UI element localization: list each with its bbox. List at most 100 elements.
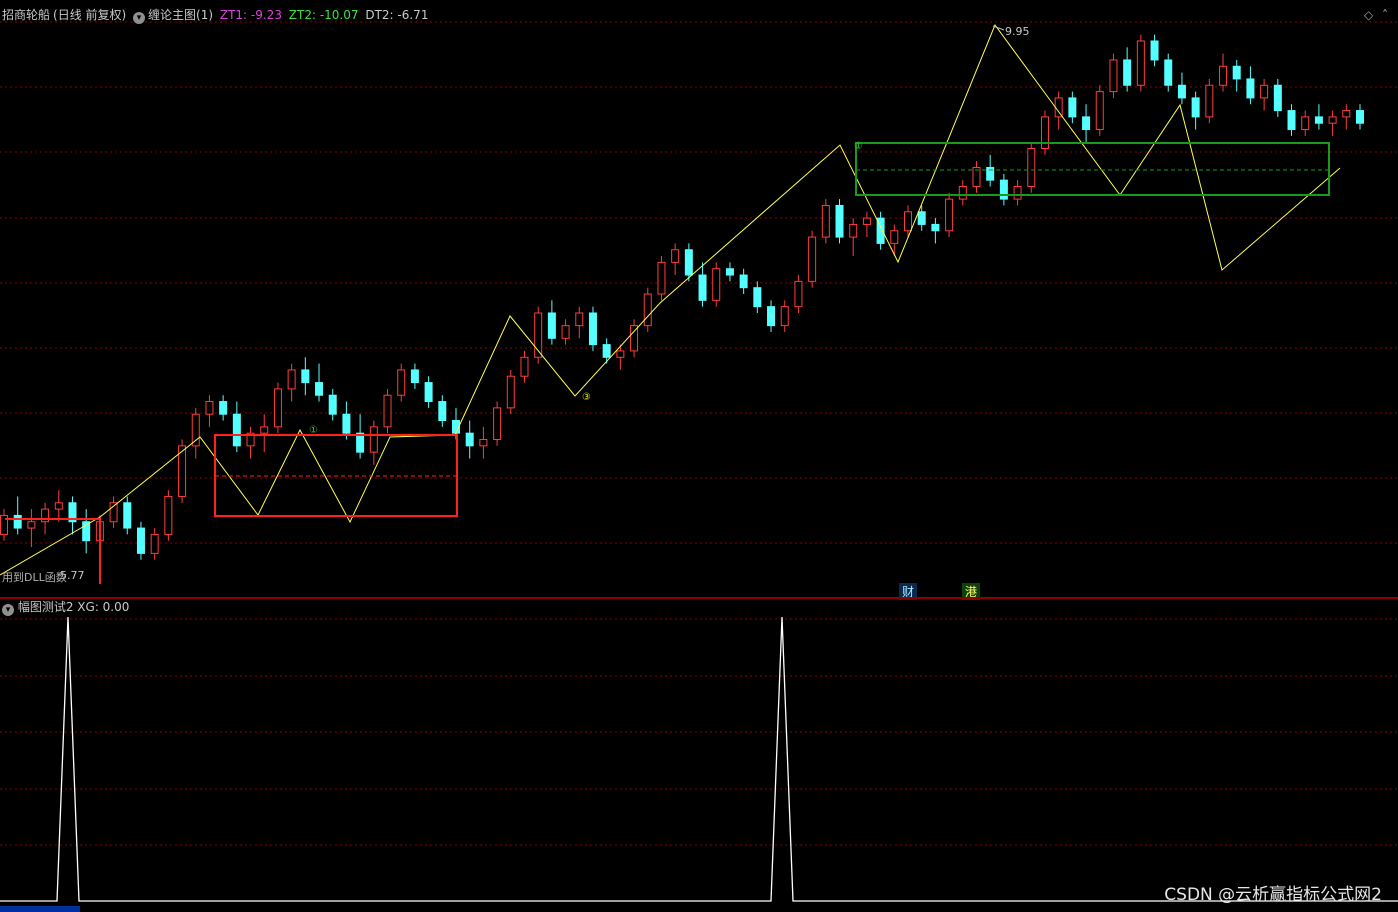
candle[interactable]: [1177, 84, 1186, 99]
candle[interactable]: [753, 287, 762, 308]
candle[interactable]: [725, 268, 734, 276]
candle[interactable]: [602, 344, 611, 358]
candle[interactable]: [1356, 110, 1364, 124]
candle[interactable]: [862, 217, 871, 225]
candle[interactable]: [1068, 97, 1077, 118]
sub-indicator-chart[interactable]: [0, 599, 1398, 912]
candle[interactable]: [232, 413, 241, 447]
candle[interactable]: [767, 306, 776, 327]
candle[interactable]: [794, 280, 803, 308]
candle[interactable]: [1095, 91, 1104, 131]
candle[interactable]: [684, 249, 693, 276]
candle[interactable]: [671, 249, 680, 263]
candle[interactable]: [1314, 116, 1323, 124]
candle[interactable]: [219, 401, 228, 415]
xg-value: XG: 0.00: [77, 600, 130, 614]
candle[interactable]: [1219, 65, 1228, 86]
candle[interactable]: [123, 502, 132, 529]
candle[interactable]: [1246, 78, 1255, 99]
period-label[interactable]: (日线 前复权): [53, 8, 126, 22]
candle[interactable]: [1232, 65, 1241, 80]
marker-1-green-box: ①: [854, 141, 863, 152]
candle[interactable]: [616, 350, 625, 358]
sub-title[interactable]: 幅图测试2: [18, 600, 74, 614]
candle[interactable]: [1260, 84, 1269, 99]
candle[interactable]: [1054, 97, 1063, 118]
candle[interactable]: [1342, 110, 1351, 118]
candle[interactable]: [1123, 59, 1132, 86]
candle[interactable]: [479, 439, 488, 447]
candle[interactable]: [438, 401, 447, 422]
candle[interactable]: [588, 312, 597, 346]
candle[interactable]: [561, 325, 570, 339]
candle[interactable]: [410, 369, 419, 384]
candle[interactable]: [986, 166, 995, 181]
candle[interactable]: [1136, 40, 1145, 86]
candle[interactable]: [890, 230, 899, 244]
candle[interactable]: [205, 401, 214, 415]
candle[interactable]: [260, 426, 269, 434]
kline-chart[interactable]: ① ③ ① 9.95 5.77: [0, 0, 1398, 598]
candle[interactable]: [1109, 59, 1118, 93]
candle[interactable]: [287, 369, 296, 390]
candle[interactable]: [493, 407, 502, 441]
candle[interactable]: [643, 293, 652, 327]
candle[interactable]: [27, 521, 36, 529]
candle[interactable]: [1287, 110, 1296, 131]
candle[interactable]: [657, 261, 666, 295]
candle[interactable]: [1191, 97, 1200, 118]
candle[interactable]: [1082, 116, 1091, 131]
candle[interactable]: [1328, 116, 1337, 124]
candle[interactable]: [13, 514, 22, 529]
candle[interactable]: [712, 268, 721, 301]
candle[interactable]: [383, 394, 392, 428]
chevron-down-icon[interactable]: ▾: [133, 12, 146, 24]
candle[interactable]: [424, 382, 433, 403]
candle[interactable]: [150, 533, 159, 554]
candle[interactable]: [835, 204, 844, 238]
candle[interactable]: [397, 369, 406, 396]
candle[interactable]: [780, 306, 789, 327]
candle[interactable]: [821, 204, 830, 238]
chevron-down-icon[interactable]: ▾: [2, 604, 14, 616]
candle[interactable]: [369, 426, 378, 453]
candle[interactable]: [328, 394, 337, 415]
candle[interactable]: [575, 312, 584, 327]
candle[interactable]: [904, 211, 912, 232]
kline-panel[interactable]: ① ③ ① 9.95 5.77 招商轮船 (日线 前复权) ▾ 缠论主图(1) ZT…: [0, 0, 1398, 600]
candle[interactable]: [917, 211, 926, 225]
candle[interactable]: [273, 388, 282, 428]
candle[interactable]: [739, 274, 748, 289]
candle[interactable]: [520, 356, 529, 377]
candle[interactable]: [1150, 40, 1159, 61]
candle[interactable]: [1273, 84, 1282, 112]
candle[interactable]: [1164, 59, 1173, 86]
candle[interactable]: [136, 527, 145, 554]
candle[interactable]: [931, 223, 940, 232]
candle[interactable]: [808, 236, 817, 282]
candle[interactable]: [547, 312, 556, 339]
candle[interactable]: [465, 432, 474, 447]
candle[interactable]: [54, 502, 63, 510]
diamond-icon[interactable]: ◇: [1364, 8, 1373, 22]
candle[interactable]: [315, 382, 324, 396]
candle[interactable]: [945, 198, 954, 232]
candle[interactable]: [301, 369, 310, 384]
candle[interactable]: [1013, 185, 1022, 200]
candle[interactable]: [1027, 148, 1036, 187]
candle[interactable]: [1301, 116, 1310, 131]
indicator-name[interactable]: 缠论主图(1): [148, 8, 213, 22]
candle[interactable]: [958, 185, 967, 200]
candle[interactable]: [1205, 84, 1214, 118]
stock-name[interactable]: 招商轮船: [2, 8, 50, 22]
sub-indicator-panel[interactable]: [0, 599, 1398, 912]
candle[interactable]: [356, 432, 365, 453]
expand-chevron-icon[interactable]: ˄: [1382, 8, 1388, 22]
candle[interactable]: [999, 179, 1008, 200]
candle[interactable]: [342, 413, 351, 434]
candle[interactable]: [191, 413, 200, 447]
candle[interactable]: [506, 375, 515, 409]
candle[interactable]: [164, 495, 173, 535]
candle[interactable]: [698, 274, 707, 301]
candle[interactable]: [849, 223, 858, 238]
